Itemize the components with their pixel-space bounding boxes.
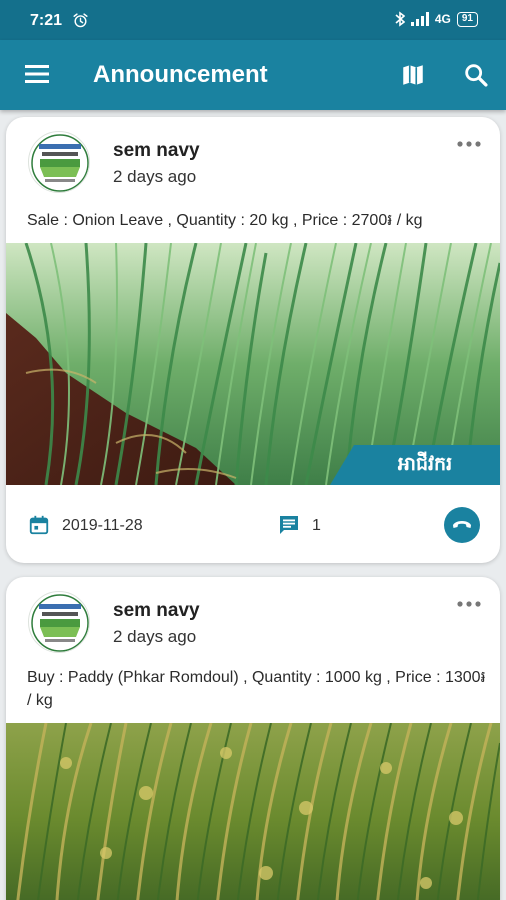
post-text: Sale : Onion Leave , Quantity : 20 kg , … xyxy=(27,212,423,229)
announcement-card[interactable]: sem navy 2 days ago Buy : Paddy (Phkar R… xyxy=(6,577,500,900)
author-name[interactable]: sem navy xyxy=(113,140,200,162)
organization-logo xyxy=(31,594,89,652)
avatar[interactable] xyxy=(28,131,90,193)
calendar-icon xyxy=(29,515,49,535)
more-icon[interactable] xyxy=(456,139,482,149)
announcement-card[interactable]: sem navy 2 days ago Sale : Onion Leave ,… xyxy=(6,117,500,563)
signal-icon xyxy=(410,12,429,26)
post-photo[interactable] xyxy=(6,723,500,900)
comment-count[interactable]: 1 xyxy=(312,517,321,535)
role-tag: អាជីវករ xyxy=(330,445,500,485)
post-date: 2019-11-28 xyxy=(62,517,143,534)
call-button[interactable] xyxy=(444,507,480,543)
organization-logo xyxy=(31,134,89,192)
battery-level: 91 xyxy=(461,12,473,24)
post-time: 2 days ago xyxy=(113,627,197,646)
status-indicators: 4G 91 xyxy=(395,11,478,27)
battery-icon: 91 xyxy=(456,11,478,27)
avatar[interactable] xyxy=(28,591,90,653)
announcement-feed[interactable]: sem navy 2 days ago Sale : Onion Leave ,… xyxy=(0,110,506,900)
bluetooth-icon xyxy=(395,11,405,27)
status-time: 7:21 xyxy=(30,12,63,29)
phone-icon xyxy=(453,521,471,528)
menu-icon[interactable] xyxy=(24,63,50,85)
status-bar: 7:21 4G 91 xyxy=(0,0,506,40)
more-icon[interactable] xyxy=(456,599,482,609)
search-icon[interactable] xyxy=(462,61,490,89)
post-time: 2 days ago xyxy=(113,167,197,186)
page-title: Announcement xyxy=(93,61,268,88)
map-icon[interactable] xyxy=(400,62,426,88)
network-type: 4G xyxy=(434,12,451,26)
card-footer: 2019-11-28 1 xyxy=(6,485,500,563)
alarm-icon xyxy=(73,13,88,28)
comment-icon[interactable] xyxy=(277,513,301,537)
post-text: Buy : Paddy (Phkar Romdoul) , Quantity :… xyxy=(27,669,486,709)
app-bar: Announcement xyxy=(0,40,506,110)
author-name[interactable]: sem navy xyxy=(113,600,200,622)
